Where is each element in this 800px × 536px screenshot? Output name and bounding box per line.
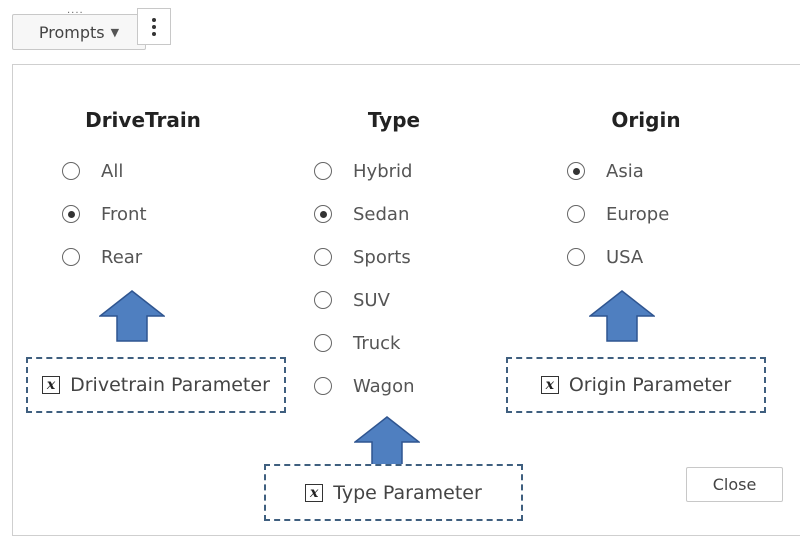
radio-option[interactable]: Hybrid <box>314 160 412 182</box>
origin-parameter-callout: x Origin Parameter <box>506 357 766 413</box>
drivetrain-parameter-label: Drivetrain Parameter <box>70 374 270 396</box>
radio-button[interactable] <box>314 205 332 223</box>
radio-label: Asia <box>606 160 644 182</box>
origin-parameter-label: Origin Parameter <box>568 374 732 396</box>
radio-option[interactable]: Front <box>62 203 147 225</box>
up-arrow-icon <box>589 290 655 342</box>
prompts-dropdown-button[interactable]: Prompts ▼ <box>12 14 146 50</box>
radio-label: USA <box>606 246 644 268</box>
chevron-down-icon: ▼ <box>110 25 120 39</box>
parameter-x-icon: x <box>540 376 559 394</box>
type-title: Type <box>367 108 421 132</box>
radio-button[interactable] <box>62 162 80 180</box>
radio-label: Wagon <box>353 375 415 397</box>
radio-label: Sports <box>353 246 411 268</box>
prompts-label: Prompts <box>38 22 105 42</box>
radio-option[interactable]: SUV <box>314 289 390 311</box>
radio-button[interactable] <box>567 162 585 180</box>
radio-label: SUV <box>353 289 390 311</box>
radio-label: Sedan <box>353 203 410 225</box>
radio-option[interactable]: All <box>62 160 123 182</box>
radio-label: Truck <box>353 332 401 354</box>
radio-label: Front <box>101 203 147 225</box>
radio-label: Rear <box>101 246 143 268</box>
parameter-x-icon: x <box>42 376 61 394</box>
up-arrow-icon <box>354 416 420 468</box>
more-options-button[interactable] <box>137 8 171 45</box>
radio-option[interactable]: Asia <box>567 160 644 182</box>
radio-option[interactable]: Wagon <box>314 375 415 397</box>
radio-button[interactable] <box>567 205 585 223</box>
radio-button[interactable] <box>314 162 332 180</box>
drivetrain-parameter-callout: x Drivetrain Parameter <box>26 357 286 413</box>
parameter-x-icon: x <box>305 483 324 502</box>
radio-button[interactable] <box>62 205 80 223</box>
radio-option[interactable]: USA <box>567 246 643 268</box>
radio-button[interactable] <box>314 291 332 309</box>
drivetrain-title: DriveTrain <box>85 108 201 132</box>
radio-label: Hybrid <box>353 160 413 182</box>
radio-label: All <box>101 160 124 182</box>
origin-title: Origin <box>611 108 681 132</box>
radio-option[interactable]: Truck <box>314 332 400 354</box>
kebab-vertical-icon <box>152 17 156 22</box>
type-parameter-callout: x Type Parameter <box>264 464 523 521</box>
radio-button[interactable] <box>567 248 585 266</box>
radio-option[interactable]: Europe <box>567 203 669 225</box>
radio-button[interactable] <box>314 248 332 266</box>
up-arrow-icon <box>99 290 165 342</box>
type-parameter-label: Type Parameter <box>333 481 482 504</box>
radio-button[interactable] <box>314 334 332 352</box>
radio-option[interactable]: Rear <box>62 246 142 268</box>
close-button[interactable]: Close <box>686 467 783 502</box>
radio-option[interactable]: Sports <box>314 246 411 268</box>
radio-button[interactable] <box>62 248 80 266</box>
radio-option[interactable]: Sedan <box>314 203 409 225</box>
radio-button[interactable] <box>314 377 332 395</box>
radio-label: Europe <box>606 203 670 225</box>
